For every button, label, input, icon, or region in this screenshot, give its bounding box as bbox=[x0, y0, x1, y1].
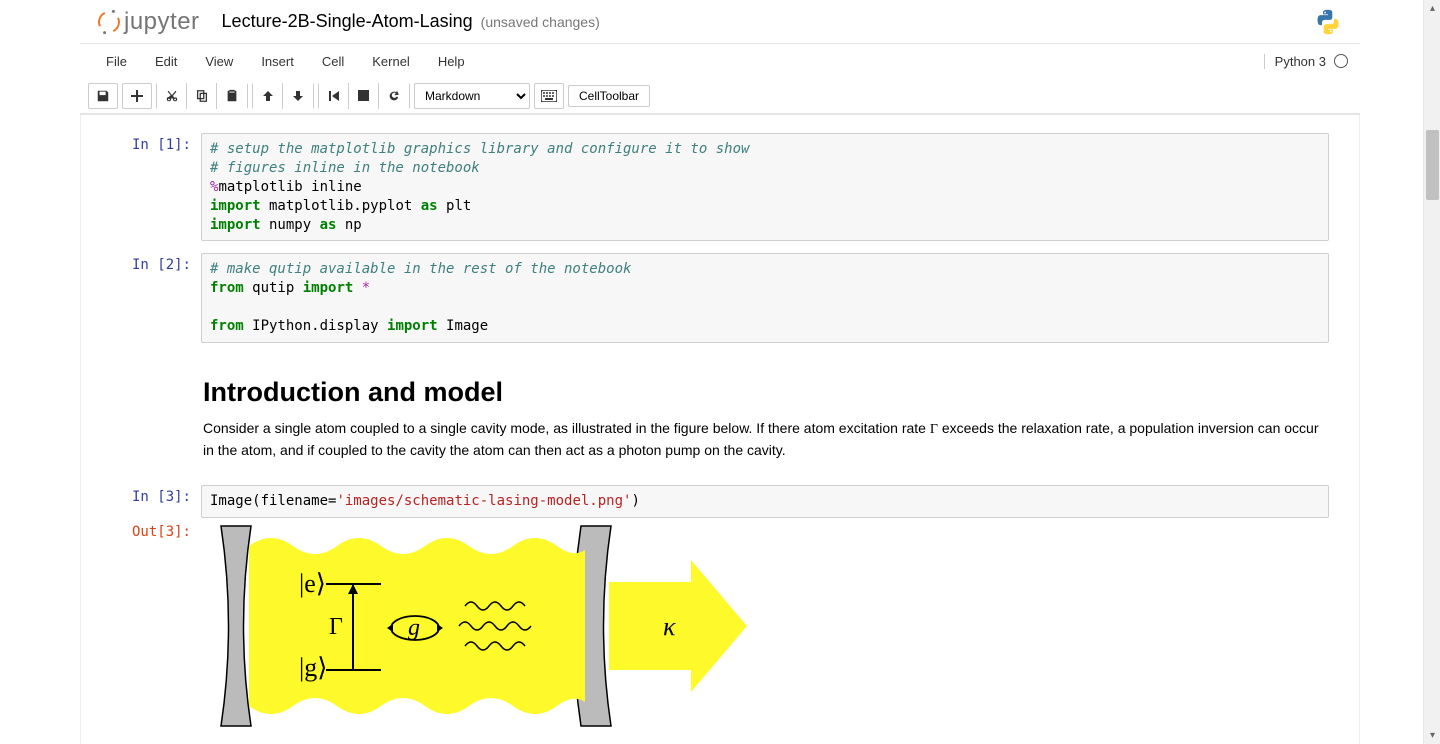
code-cell[interactable]: In [3]: Image(filename='images/schematic… bbox=[111, 485, 1329, 518]
code-cell[interactable]: In [1]: # setup the matplotlib graphics … bbox=[111, 133, 1329, 241]
svg-text:|g⟩: |g⟩ bbox=[299, 653, 327, 682]
svg-text:Γ: Γ bbox=[329, 614, 343, 640]
output-cell: Out[3]: bbox=[111, 520, 1329, 735]
code-input[interactable]: Image(filename='images/schematic-lasing-… bbox=[201, 485, 1329, 518]
notebook-name[interactable]: Lecture-2B-Single-Atom-Lasing bbox=[222, 11, 473, 32]
arrow-up-icon bbox=[262, 90, 274, 102]
add-cell-button[interactable] bbox=[122, 83, 152, 109]
markdown-cell[interactable]: Introduction and model Consider a single… bbox=[111, 355, 1329, 473]
save-status: (unsaved changes) bbox=[481, 14, 600, 30]
kernel-indicator: Python 3 bbox=[1264, 54, 1348, 69]
toolbar: Markdown CellToolbar bbox=[80, 78, 1360, 114]
scrollbar-up-button[interactable]: ▴ bbox=[1424, 0, 1440, 17]
paste-button[interactable] bbox=[217, 83, 247, 109]
save-icon bbox=[96, 89, 110, 103]
md-heading: Introduction and model bbox=[203, 377, 1327, 408]
stop-icon bbox=[358, 90, 369, 101]
svg-text:|e⟩: |e⟩ bbox=[299, 569, 326, 598]
cut-button[interactable] bbox=[157, 83, 187, 109]
input-prompt: In [2]: bbox=[111, 253, 201, 343]
kernel-name-label: Python 3 bbox=[1275, 54, 1326, 69]
interrupt-button[interactable] bbox=[349, 83, 379, 109]
vertical-scrollbar[interactable]: ▴ ▾ bbox=[1423, 0, 1440, 744]
restart-button[interactable] bbox=[379, 83, 409, 109]
svg-text:κ: κ bbox=[663, 612, 676, 641]
code-input[interactable]: # setup the matplotlib graphics library … bbox=[201, 133, 1329, 241]
menu-insert[interactable]: Insert bbox=[247, 48, 308, 75]
jupyter-logo[interactable]: jupyter bbox=[98, 8, 200, 36]
paste-icon bbox=[225, 89, 239, 103]
copy-button[interactable] bbox=[187, 83, 217, 109]
menu-file[interactable]: File bbox=[92, 48, 141, 75]
output-figure: |e⟩ |g⟩ Γ g bbox=[201, 520, 749, 732]
jupyter-logo-icon bbox=[95, 7, 123, 35]
restart-icon bbox=[387, 89, 401, 103]
code-cell[interactable]: In [2]: # make qutip available in the re… bbox=[111, 253, 1329, 343]
scrollbar-down-button[interactable]: ▾ bbox=[1424, 727, 1440, 744]
save-button[interactable] bbox=[88, 83, 118, 109]
menu-kernel[interactable]: Kernel bbox=[358, 48, 424, 75]
menu-bar: File Edit View Insert Cell Kernel Help P… bbox=[80, 44, 1360, 78]
menu-cell[interactable]: Cell bbox=[308, 48, 358, 75]
scrollbar-thumb[interactable] bbox=[1426, 130, 1439, 200]
command-palette-button[interactable] bbox=[534, 83, 564, 109]
md-paragraph: Consider a single atom coupled to a sing… bbox=[203, 418, 1327, 461]
input-prompt-empty bbox=[111, 355, 201, 473]
move-down-button[interactable] bbox=[283, 83, 313, 109]
notebook-container[interactable]: In [1]: # setup the matplotlib graphics … bbox=[81, 115, 1359, 735]
svg-text:g: g bbox=[408, 615, 420, 641]
menu-view[interactable]: View bbox=[191, 48, 247, 75]
code-input[interactable]: # make qutip available in the rest of th… bbox=[201, 253, 1329, 343]
output-prompt: Out[3]: bbox=[111, 520, 201, 735]
copy-icon bbox=[195, 89, 209, 103]
plus-icon bbox=[131, 90, 143, 102]
input-prompt: In [3]: bbox=[111, 485, 201, 518]
input-prompt: In [1]: bbox=[111, 133, 201, 241]
cut-icon bbox=[165, 89, 179, 103]
menu-edit[interactable]: Edit bbox=[141, 48, 191, 75]
run-icon bbox=[328, 90, 340, 102]
jupyter-logo-text: jupyter bbox=[124, 8, 200, 36]
kernel-status-icon bbox=[1334, 54, 1348, 68]
keyboard-icon bbox=[541, 90, 557, 102]
celltoolbar-button[interactable]: CellToolbar bbox=[568, 85, 650, 107]
cell-type-select[interactable]: Markdown bbox=[414, 83, 530, 109]
run-button[interactable] bbox=[319, 83, 349, 109]
python-logo-icon bbox=[1314, 8, 1342, 36]
arrow-down-icon bbox=[292, 90, 304, 102]
notebook-header: jupyter Lecture-2B-Single-Atom-Lasing (u… bbox=[80, 0, 1360, 44]
move-up-button[interactable] bbox=[253, 83, 283, 109]
menu-help[interactable]: Help bbox=[424, 48, 479, 75]
